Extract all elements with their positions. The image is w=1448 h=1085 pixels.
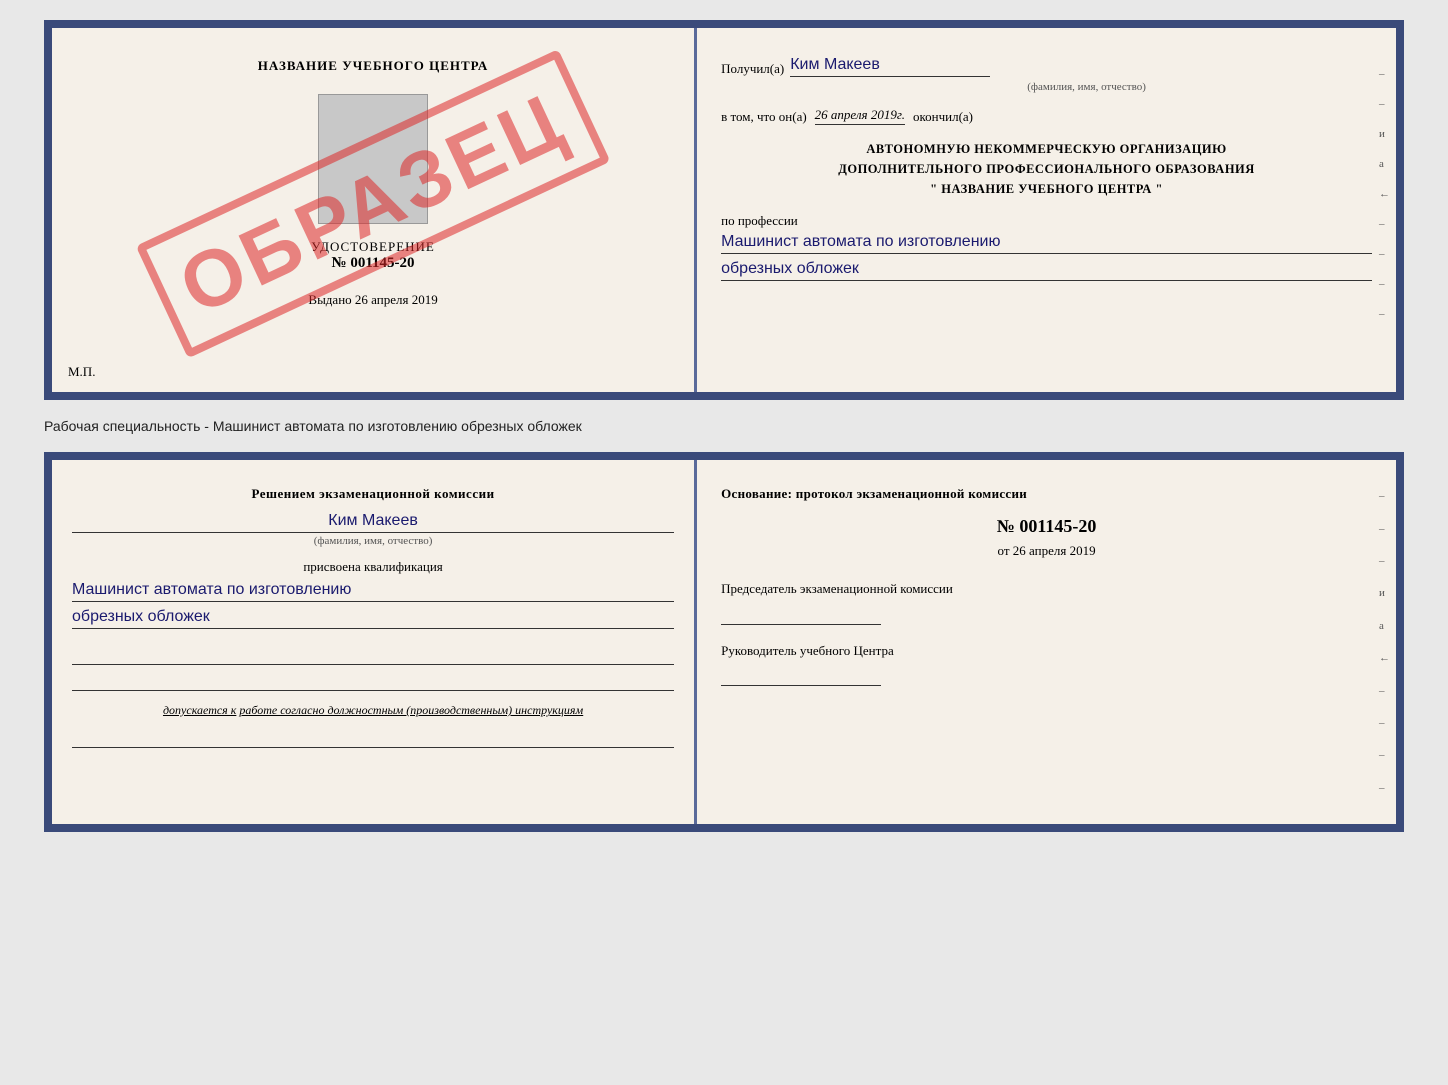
profession-line2: обрезных обложек — [721, 260, 1372, 281]
profession-line1: Машинист автомата по изготовлению — [721, 233, 1372, 254]
protocol-number: № 001145-20 — [721, 516, 1372, 537]
chairman-block: Председатель экзаменационной комиссии — [721, 579, 1372, 625]
side-marks-top: – – и а ← – – – – — [1379, 68, 1390, 320]
top-right-panel: Получил(а) Ким Макеев (фамилия, имя, отч… — [697, 28, 1396, 392]
empty-lines — [72, 643, 674, 695]
director-block: Руководитель учебного Центра — [721, 641, 1372, 687]
допускается-label: допускается к — [163, 703, 236, 717]
top-document: НАЗВАНИЕ УЧЕБНОГО ЦЕНТРА УДОСТОВЕРЕНИЕ №… — [44, 20, 1404, 400]
certificate-number: № 001145-20 — [311, 255, 435, 272]
side-dashes-bottom: – – – и а ← – – – – — [1379, 460, 1390, 824]
caption: Рабочая специальность - Машинист автомат… — [44, 418, 1404, 434]
empty-line-2 — [72, 669, 674, 691]
org-line2: ДОПОЛНИТЕЛЬНОГО ПРОФЕССИОНАЛЬНОГО ОБРАЗО… — [721, 159, 1372, 179]
qualification-line1: Машинист автомата по изготовлению — [72, 581, 674, 602]
chairman-signature-line — [721, 603, 881, 625]
допускается-value: работе согласно должностным (производств… — [239, 703, 583, 717]
bottom-right-panel: Основание: протокол экзаменационной коми… — [697, 460, 1396, 824]
recipient-name: Ким Макеев — [790, 56, 990, 77]
basis-label: Основание: протокол экзаменационной коми… — [721, 486, 1372, 502]
empty-line-3 — [72, 726, 674, 748]
date-value: 26 апреля 2019г. — [815, 107, 905, 125]
protocol-date-prefix: от — [998, 543, 1010, 558]
org-block: АВТОНОМНУЮ НЕКОММЕРЧЕСКУЮ ОРГАНИЗАЦИЮ ДО… — [721, 139, 1372, 199]
protocol-date: от 26 апреля 2019 — [721, 543, 1372, 559]
recipient-subtitle: (фамилия, имя, отчество) — [801, 81, 1372, 93]
date-label: в том, что он(а) — [721, 109, 807, 125]
certificate-label: УДОСТОВЕРЕНИЕ — [311, 239, 435, 255]
director-title: Руководитель учебного Центра — [721, 641, 1372, 661]
bottom-document: Решением экзаменационной комиссии Ким Ма… — [44, 452, 1404, 832]
profession-label: по профессии — [721, 213, 1372, 229]
completed-label: окончил(а) — [913, 109, 973, 125]
protocol-date-value: 26 апреля 2019 — [1013, 543, 1096, 558]
date-line: в том, что он(а) 26 апреля 2019г. окончи… — [721, 107, 1372, 125]
issued-label: Выдано — [308, 292, 351, 307]
qualification-label: присвоена квалификация — [303, 559, 442, 575]
issued-block: Выдано 26 апреля 2019 — [308, 292, 437, 308]
decision-title: Решением экзаменационной комиссии — [252, 486, 495, 502]
top-left-panel: НАЗВАНИЕ УЧЕБНОГО ЦЕНТРА УДОСТОВЕРЕНИЕ №… — [52, 28, 697, 392]
org-line3: " НАЗВАНИЕ УЧЕБНОГО ЦЕНТРА " — [721, 179, 1372, 199]
mp-label: М.П. — [68, 364, 95, 380]
certificate-block: УДОСТОВЕРЕНИЕ № 001145-20 — [311, 239, 435, 272]
issued-date: 26 апреля 2019 — [355, 292, 438, 307]
chairman-title: Председатель экзаменационной комиссии — [721, 579, 1372, 599]
director-signature-line — [721, 664, 881, 686]
qualification-line2: обрезных обложек — [72, 608, 674, 629]
empty-line-1 — [72, 643, 674, 665]
photo-placeholder — [318, 94, 428, 224]
recipient-line: Получил(а) Ким Макеев — [721, 56, 1372, 77]
bottom-left-panel: Решением экзаменационной комиссии Ким Ма… — [52, 460, 697, 824]
org-line1: АВТОНОМНУЮ НЕКОММЕРЧЕСКУЮ ОРГАНИЗАЦИЮ — [721, 139, 1372, 159]
допускается-block: допускается к работе согласно должностны… — [163, 703, 583, 718]
recipient-label: Получил(а) — [721, 61, 784, 77]
bottom-name-subtitle: (фамилия, имя, отчество) — [314, 535, 433, 547]
person-name: Ким Макеев — [72, 512, 674, 533]
school-name-top: НАЗВАНИЕ УЧЕБНОГО ЦЕНТРА — [258, 58, 489, 74]
